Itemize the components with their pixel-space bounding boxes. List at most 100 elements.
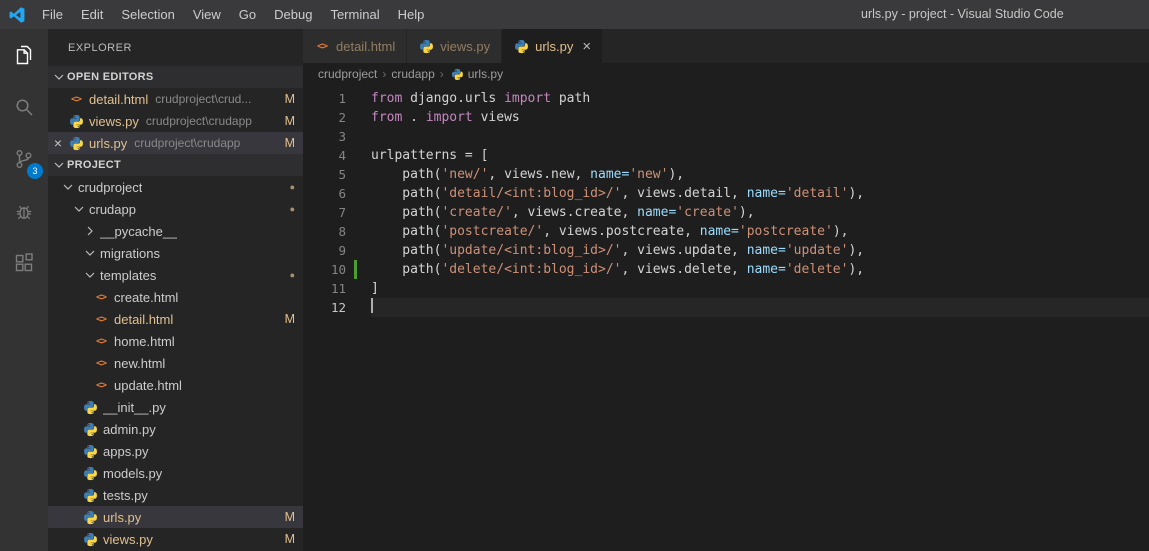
tab-detail-html[interactable]: <> detail.html (303, 29, 408, 63)
menu-selection[interactable]: Selection (112, 0, 183, 29)
menu-edit[interactable]: Edit (72, 0, 112, 29)
line-number: 3 (338, 129, 346, 144)
tree-item-admin-py[interactable]: admin.py (48, 418, 303, 440)
open-editor-detail-html[interactable]: <> detail.html crudproject\crud... M (48, 88, 303, 110)
tree-item-detail-html[interactable]: <> detail.html M (48, 308, 303, 330)
tree-item-create-html[interactable]: <> create.html (48, 286, 303, 308)
close-icon[interactable]: × (48, 132, 68, 154)
code-line-4[interactable]: 4 urlpatterns = [ (303, 146, 1149, 165)
breadcrumb-crudapp[interactable]: crudapp (391, 67, 434, 81)
code-line-1[interactable]: 1 from django.urls import path (303, 89, 1149, 108)
menu-debug[interactable]: Debug (265, 0, 321, 29)
tab-urls-py[interactable]: urls.py × (502, 29, 604, 63)
git-modified-badge: M (284, 312, 295, 326)
modified-dot-badge: ● (289, 182, 295, 192)
code-line-content: path('new/', views.new, name='new'), (371, 167, 685, 182)
chevron-down-icon (51, 69, 67, 85)
project-section-header[interactable]: PROJECT (48, 154, 303, 176)
code-line-content (371, 298, 1149, 317)
title-bar: File Edit Selection View Go Debug Terminal Help… (0, 0, 1149, 29)
tree-item-crudapp[interactable]: crudapp ● (48, 198, 303, 220)
menu-file[interactable]: File (33, 0, 72, 29)
tree-item-models-py[interactable]: models.py (48, 462, 303, 484)
code-line-9[interactable]: 9 path('update/<int:blog_id>/', views.up… (303, 241, 1149, 260)
breadcrumb-urls-py[interactable]: urls.py (449, 66, 503, 82)
open-editor-urls-py[interactable]: × urls.py crudproject\crudapp M (48, 132, 303, 154)
code-line-11[interactable]: 11] (303, 279, 1149, 298)
file-name: apps.py (103, 443, 149, 459)
python-file-icon (83, 510, 97, 524)
file-name: __init__.py (103, 399, 166, 415)
tree-item-tests-py[interactable]: tests.py (48, 484, 303, 506)
chevron-down-icon (60, 179, 76, 195)
git-modified-badge: M (284, 92, 295, 106)
tab-label: urls.py (535, 38, 574, 54)
tree-item-templates[interactable]: templates ● (48, 264, 303, 286)
close-icon[interactable]: × (582, 39, 591, 54)
breadcrumb-separator: › (382, 67, 387, 81)
line-number: 10 (330, 262, 346, 277)
tree-item-update-html[interactable]: <> update.html (48, 374, 303, 396)
code-line-2[interactable]: 2 from . import views (303, 108, 1149, 127)
code-line-content: from . import views (371, 110, 520, 125)
modified-dot-badge: ● (289, 270, 295, 280)
python-file-icon (83, 422, 97, 436)
file-name: detail.html (89, 91, 149, 107)
chevron-right-icon (82, 223, 98, 239)
menu-go[interactable]: Go (230, 0, 265, 29)
tree-item-urls-py[interactable]: urls.py M (48, 506, 303, 528)
open-editors-header[interactable]: OPEN EDITORS (48, 66, 303, 88)
python-file-icon (419, 39, 433, 53)
activity-search[interactable] (0, 81, 48, 133)
tree-item-home-html[interactable]: <> home.html (48, 330, 303, 352)
line-number: 8 (338, 224, 346, 239)
folder-name: __pycache__ (100, 223, 178, 239)
tree-item-apps-py[interactable]: apps.py (48, 440, 303, 462)
scm-badge: 3 (27, 163, 43, 179)
line-number: 5 (338, 167, 346, 182)
code-line-7[interactable]: 7 path('create/', views.create, name='cr… (303, 203, 1149, 222)
menu-view[interactable]: View (184, 0, 230, 29)
code-line-6[interactable]: 6 path('detail/<int:blog_id>/', views.de… (303, 184, 1149, 203)
file-name: create.html (114, 289, 179, 305)
activity-bar: 3 (0, 29, 48, 551)
line-number: 12 (330, 300, 346, 315)
git-modified-badge: M (284, 136, 295, 150)
tab-views-py[interactable]: views.py (407, 29, 503, 63)
code-area[interactable]: 1 from django.urls import path 2 from . imp… (303, 85, 1149, 317)
code-line-5[interactable]: 5 path('new/', views.new, name='new'), (303, 165, 1149, 184)
breadcrumb-separator: › (439, 67, 444, 81)
menu-help[interactable]: Help (389, 0, 434, 29)
code-line-content (371, 127, 1149, 146)
code-line-8[interactable]: 8 path('postcreate/', views.postcreate, … (303, 222, 1149, 241)
tree-item-init-py[interactable]: __init__.py (48, 396, 303, 418)
file-name: views.py (89, 113, 139, 129)
activity-source-control[interactable]: 3 (0, 133, 48, 185)
git-modified-badge: M (284, 510, 295, 524)
line-number: 4 (338, 148, 346, 163)
tree-item-views-py[interactable]: views.py M (48, 528, 303, 550)
code-line-10[interactable]: 10 path('delete/<int:blog_id>/', views.d… (303, 260, 1149, 279)
activity-debug[interactable] (0, 185, 48, 237)
menu-terminal[interactable]: Terminal (321, 0, 388, 29)
chevron-down-icon (51, 157, 67, 173)
tree-item-migrations[interactable]: migrations (48, 242, 303, 264)
html-file-icon: <> (95, 379, 107, 391)
tree-item-pycache[interactable]: __pycache__ (48, 220, 303, 242)
open-editors-label: OPEN EDITORS (67, 71, 154, 83)
tree-item-crudproject[interactable]: crudproject ● (48, 176, 303, 198)
line-number: 1 (338, 91, 346, 106)
python-file-icon (83, 400, 97, 414)
code-line-12[interactable]: 12 (303, 298, 1149, 317)
folder-name: templates (100, 267, 157, 283)
tree-item-new-html[interactable]: <> new.html (48, 352, 303, 374)
activity-extensions[interactable] (0, 237, 48, 289)
code-line-content: path('detail/<int:blog_id>/', views.deta… (371, 186, 865, 201)
tab-label: detail.html (336, 38, 396, 54)
python-file-icon (69, 136, 83, 150)
git-added-gutter-marker (354, 260, 357, 279)
activity-explorer[interactable] (0, 29, 48, 81)
code-line-3[interactable]: 3 (303, 127, 1149, 146)
open-editor-views-py[interactable]: views.py crudproject\crudapp M (48, 110, 303, 132)
breadcrumb-crudproject[interactable]: crudproject (318, 67, 377, 81)
